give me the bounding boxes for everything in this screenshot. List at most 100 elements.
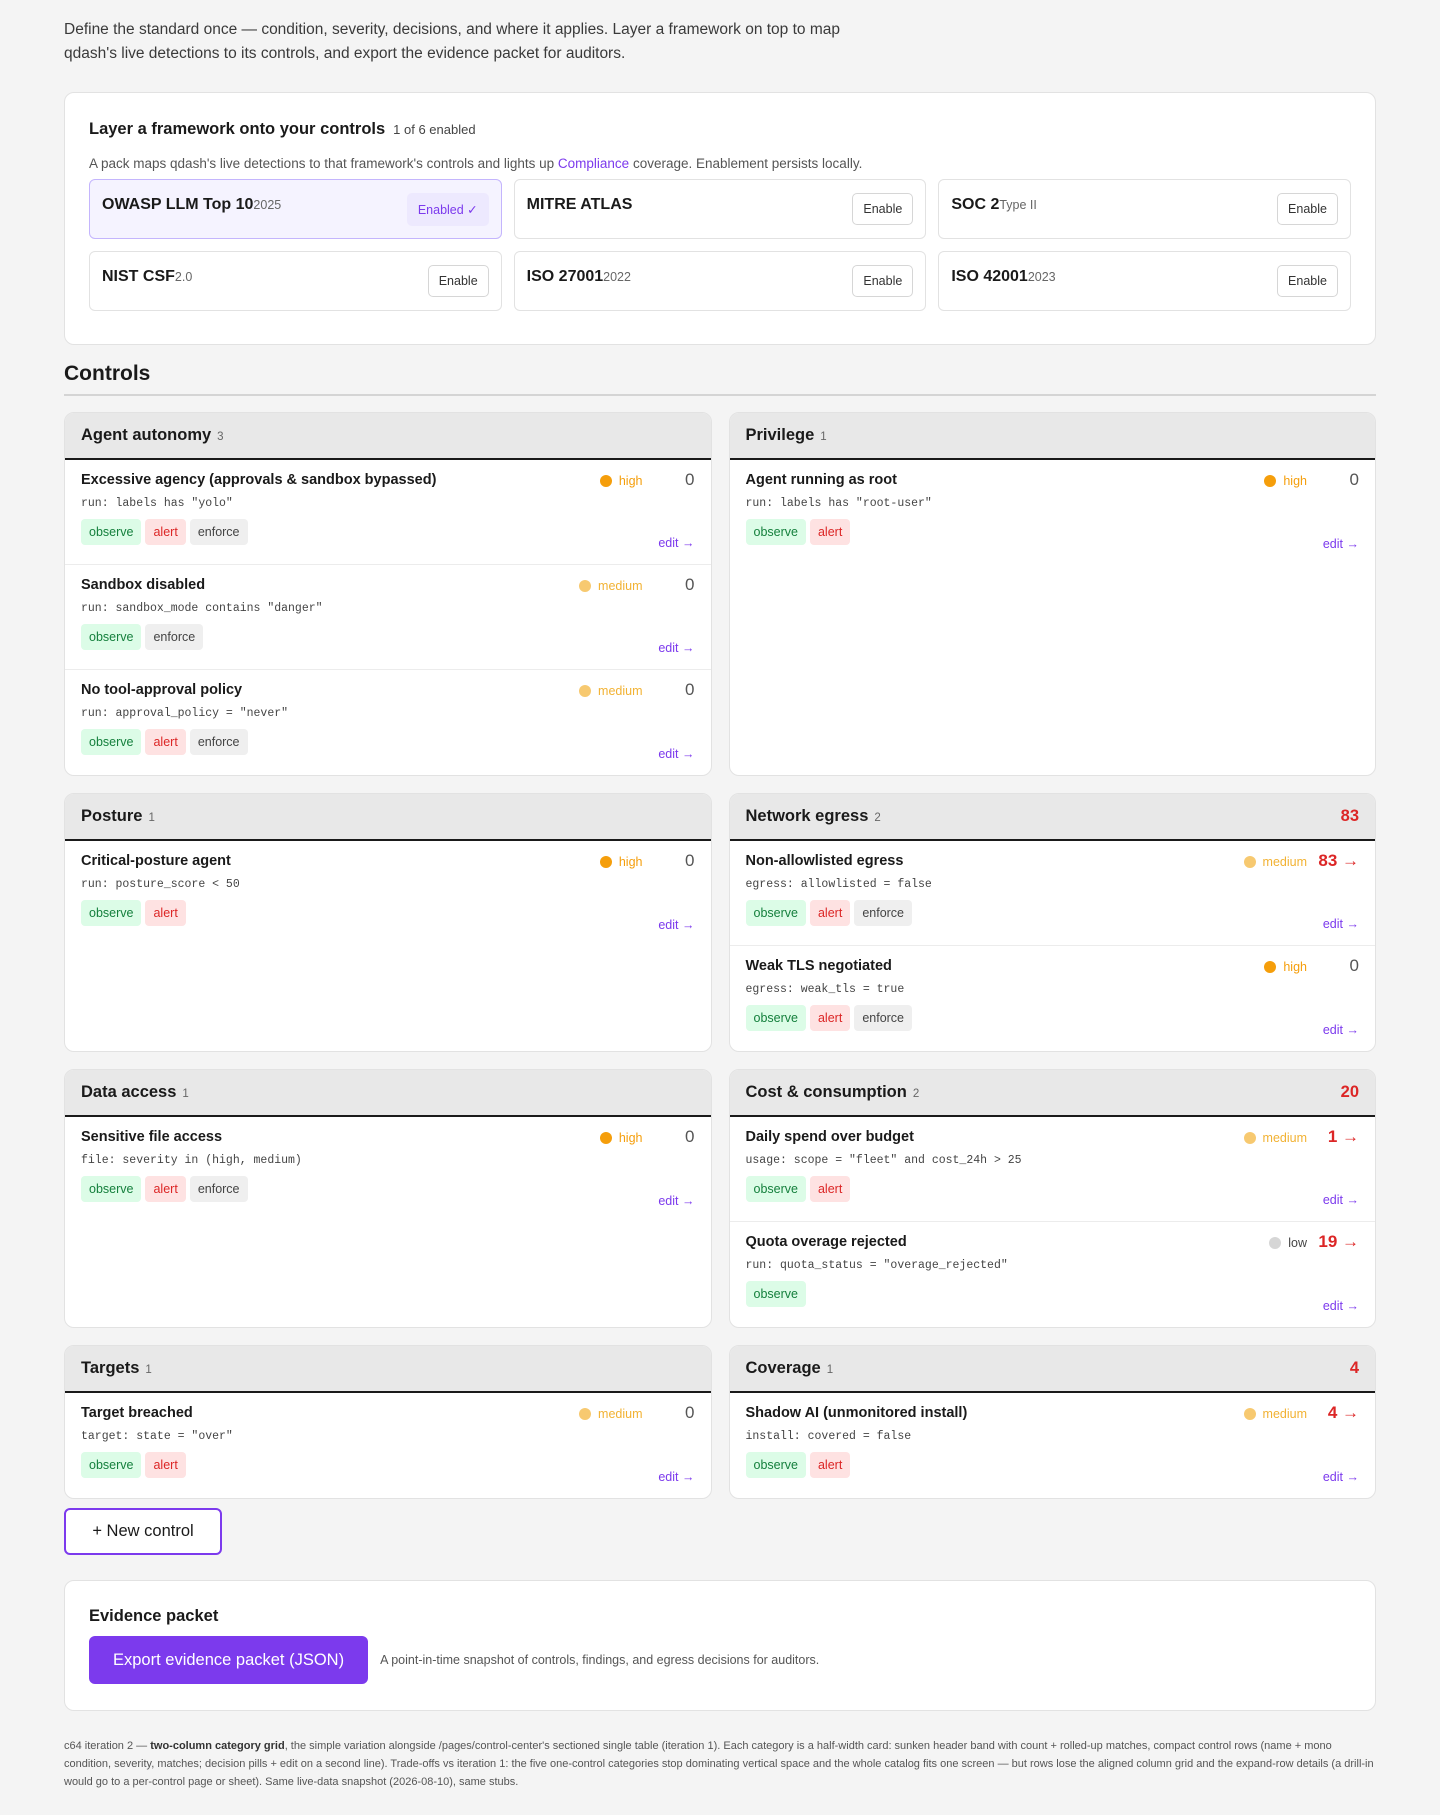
edit-control-link[interactable]: edit →: [658, 1194, 694, 1208]
control-row: No tool-approval policy run: approval_pol…: [65, 670, 711, 775]
control-matches[interactable]: 19 →: [1318, 1232, 1359, 1252]
severity-label: medium: [1262, 1131, 1307, 1145]
edit-control-link[interactable]: edit →: [658, 918, 694, 932]
edit-control-link[interactable]: edit →: [1323, 1193, 1359, 1207]
control-row: Excessive agency (approvals & sandbox by…: [65, 460, 711, 565]
edit-control-link[interactable]: edit →: [658, 536, 694, 550]
severity-label: medium: [598, 1407, 643, 1421]
category-name: Privilege: [745, 426, 815, 444]
framework-enabled-button[interactable]: Enabled ✓: [406, 192, 489, 226]
framework-name: ISO 420012023: [951, 268, 1055, 286]
control-matches: 0: [685, 575, 695, 594]
framework-item: SOC 2Type II Enable: [938, 179, 1351, 239]
decision-pill-alert[interactable]: alert: [145, 1452, 186, 1478]
edit-control-link[interactable]: edit →: [1323, 1299, 1359, 1313]
controls-heading: Controls: [64, 362, 1376, 396]
framework-enable-button[interactable]: Enable: [427, 265, 489, 297]
decision-pill-observe[interactable]: observe: [745, 1176, 806, 1202]
category-header: Posture 1: [65, 794, 711, 841]
control-matches[interactable]: 1 →: [1328, 1127, 1359, 1147]
decision-pill-alert[interactable]: alert: [809, 1452, 851, 1478]
framework-name-text: MITRE ATLAS: [526, 196, 633, 213]
control-row: Sensitive file access file: severity in (…: [65, 1117, 711, 1222]
framework-enable-button[interactable]: Enable: [852, 193, 914, 225]
framework-enable-button[interactable]: Enable: [852, 265, 914, 297]
evidence-row: Export evidence packet (JSON) A point-in…: [89, 1636, 1351, 1684]
decision-pill-observe[interactable]: observe: [745, 1005, 806, 1031]
decision-pill-alert[interactable]: alert: [809, 1176, 851, 1202]
decision-pill-alert[interactable]: alert: [809, 519, 851, 545]
severity-dot-icon: [599, 1132, 612, 1144]
decision-pill-alert[interactable]: alert: [145, 1176, 186, 1202]
control-matches: 0: [685, 470, 695, 489]
decision-pill-observe[interactable]: observe: [81, 624, 142, 650]
edit-control-link[interactable]: edit →: [658, 747, 694, 761]
severity-dot-icon: [1264, 961, 1277, 973]
severity-indicator: high: [599, 855, 643, 869]
decision-pill-alert[interactable]: alert: [145, 519, 186, 545]
category-title: Data access 1: [81, 1083, 189, 1102]
decision-pill-observe[interactable]: observe: [81, 519, 142, 545]
decision-pill-enforce[interactable]: enforce: [189, 729, 248, 755]
decision-pill-alert[interactable]: alert: [145, 900, 186, 926]
control-row: Critical-posture agent run: posture_score…: [65, 841, 711, 946]
decision-pill-enforce[interactable]: enforce: [145, 624, 204, 650]
severity-dot-icon: [1243, 856, 1256, 868]
decision-pill-observe[interactable]: observe: [745, 900, 806, 926]
control-condition: run: sandbox_mode contains "danger": [81, 602, 323, 615]
framework-name-text: ISO 27001: [526, 268, 604, 285]
decision-pill-observe[interactable]: observe: [81, 900, 142, 926]
edit-control-link[interactable]: edit →: [1323, 537, 1359, 551]
decision-pill-alert[interactable]: alert: [145, 729, 186, 755]
decision-pill-observe[interactable]: observe: [745, 519, 806, 545]
edit-control-link[interactable]: edit →: [658, 641, 694, 655]
edit-control-link[interactable]: edit →: [658, 1470, 694, 1484]
category-header: Coverage 1 4: [729, 1346, 1375, 1393]
decision-pill-enforce[interactable]: enforce: [854, 900, 913, 926]
decision-pill-enforce[interactable]: enforce: [189, 519, 248, 545]
framework-enable-button[interactable]: Enable: [1277, 265, 1338, 297]
severity-label: high: [618, 855, 643, 869]
framework-version: 2023: [1027, 270, 1056, 284]
control-matches: 0: [685, 851, 695, 870]
edit-control-link[interactable]: edit →: [1323, 1470, 1359, 1484]
severity-label: medium: [1262, 855, 1307, 869]
category-card: Privilege 1 Agent running as root run: labe…: [728, 412, 1376, 776]
decision-pill-observe[interactable]: observe: [81, 1176, 142, 1202]
decision-pill-observe[interactable]: observe: [81, 729, 142, 755]
category-title: Agent autonomy 3: [81, 426, 224, 445]
category-total-matches: 4: [1349, 1359, 1359, 1377]
decision-pills: observe enforce: [81, 624, 695, 650]
decision-pill-alert[interactable]: alert: [809, 900, 851, 926]
decision-pill-observe[interactable]: observe: [81, 1452, 142, 1478]
evidence-card: Evidence packet Export evidence packet (…: [64, 1580, 1376, 1711]
category-title: Cost & consumption 2: [746, 1083, 920, 1102]
compliance-link[interactable]: Compliance: [558, 156, 629, 171]
category-name: Coverage: [745, 1359, 821, 1377]
decision-pill-enforce[interactable]: enforce: [189, 1176, 248, 1202]
edit-control-link[interactable]: edit →: [1323, 1023, 1359, 1037]
control-condition: file: severity in (high, medium): [81, 1154, 302, 1167]
control-matches[interactable]: 83 →: [1318, 851, 1359, 871]
edit-control-link[interactable]: edit →: [1323, 917, 1359, 931]
category-card: Posture 1 Critical-posture agent run: postu…: [64, 793, 712, 1052]
framework-title: Layer a framework onto your controls: [89, 120, 386, 138]
decision-pill-alert[interactable]: alert: [809, 1005, 851, 1031]
category-count: 1: [820, 431, 827, 443]
intro-text: Define the standard once — condition, se…: [64, 21, 840, 62]
category-total-matches: 20: [1340, 1083, 1359, 1101]
category-card: Data access 1 Sensitive file access file: s…: [64, 1069, 712, 1328]
control-matches[interactable]: 4 →: [1328, 1403, 1359, 1423]
framework-description: A pack maps qdash's live detections to t…: [89, 156, 1351, 171]
framework-enable-button[interactable]: Enable: [1277, 193, 1338, 225]
framework-name: MITRE ATLAS: [527, 196, 633, 214]
decision-pills: observe alert enforce: [745, 1005, 1360, 1031]
framework-name-text: SOC 2: [951, 196, 1000, 213]
export-evidence-button[interactable]: Export evidence packet (JSON): [89, 1636, 369, 1684]
control-condition: install: covered = false: [745, 1430, 912, 1443]
decision-pill-observe[interactable]: observe: [745, 1281, 806, 1307]
evidence-title: Evidence packet: [89, 1607, 219, 1625]
decision-pill-observe[interactable]: observe: [745, 1452, 806, 1478]
new-control-button[interactable]: + New control: [64, 1508, 222, 1555]
decision-pill-enforce[interactable]: enforce: [854, 1005, 913, 1031]
